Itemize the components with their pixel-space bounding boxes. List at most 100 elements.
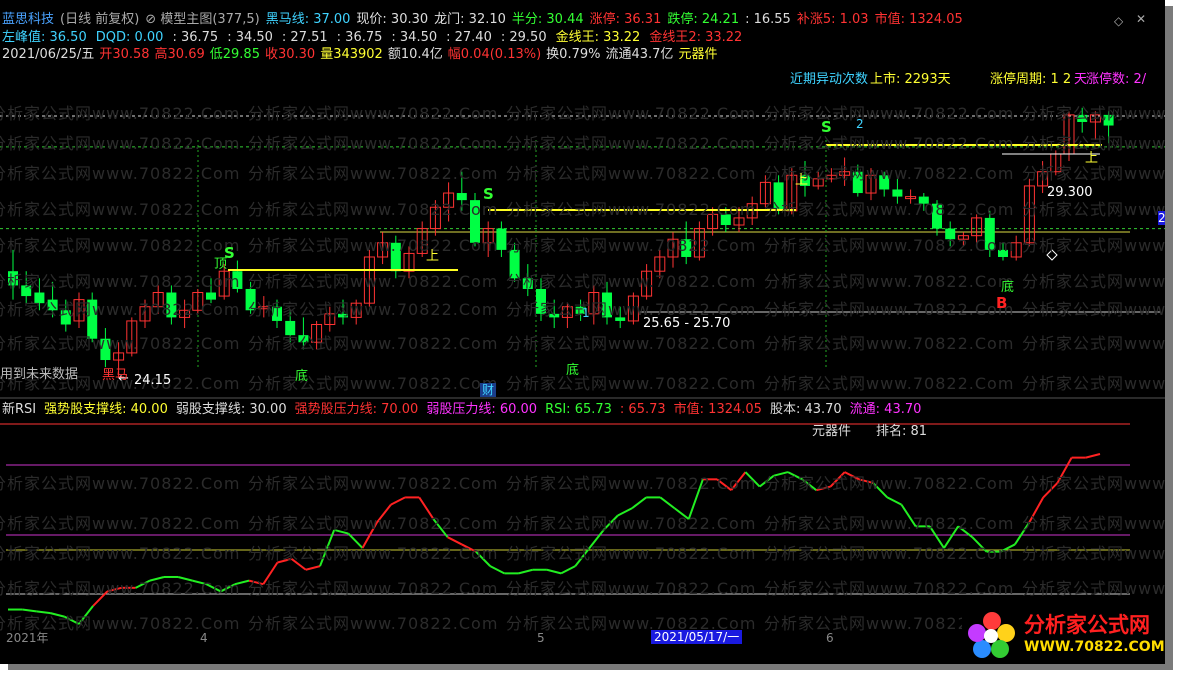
finance-badge[interactable]: 财 [480, 383, 497, 397]
header-field: 左峰值: 36.50 [2, 30, 87, 45]
watermark-text: 分析家公式网www.70822.Com [1022, 272, 1165, 291]
header-field: 低29.85 [209, 47, 260, 62]
limit-count-label: 涨停数: 2/ [1086, 72, 1147, 87]
header-field: 量343902 [320, 47, 383, 62]
rsi-segment [390, 496, 406, 506]
sector-label: 元器件 [812, 424, 852, 439]
rsi-segment [518, 568, 533, 575]
watermark-text: 分析家公式网www.70822.Com [0, 104, 241, 123]
watermark-text: 分析家公式网www.70822.Com [764, 334, 1015, 353]
header-field: 收30.30 [264, 47, 316, 62]
rsi-segment [1085, 453, 1101, 459]
watermark-text: 分析家公式网www.70822.Com [0, 544, 241, 563]
up-marker-3: 上 [1085, 151, 1099, 166]
header-field: 2021/06/25/五 [2, 47, 95, 62]
watermark-text: 分析家公式网www.70822.Com [764, 272, 1015, 291]
watermark-text: 分析家公式网www.70822.Com [0, 579, 241, 598]
buy-marker: B [996, 294, 1008, 312]
header-field: : 16.55 [745, 12, 791, 27]
watermark-text: 分析家公式网www.70822.Com [1022, 104, 1165, 123]
watermark-text: 分析家公式网www.70822.Com [248, 579, 499, 598]
watermark-text: 分析家公式网www.70822.Com [1022, 300, 1165, 319]
window-shadow-bottom [8, 664, 1173, 670]
watermark-text: 分析家公式网www.70822.Com [764, 300, 1015, 319]
recent-move-label: 近期异动次数 [790, 72, 869, 87]
watermark-text: 分析家公式网www.70822.Com [248, 544, 499, 563]
site-logo: 分析家公式网 WWW.70822.COM [962, 605, 1165, 663]
watermark-text: 分析家公式网www.70822.Com [1022, 474, 1165, 493]
watermark-text: 分析家公式网www.70822.Com [1022, 374, 1165, 393]
header-field: 市值: 1324.05 [673, 402, 762, 417]
future-data-note: 用到未来数据 [0, 367, 79, 382]
header-field: 换0.79% [546, 47, 601, 62]
watermark-text: 分析家公式网www.70822.Com [1022, 544, 1165, 563]
rsi-segment [560, 565, 576, 575]
watermark-text: 分析家公式网www.70822.Com [248, 104, 499, 123]
watermark-text: 分析家公式网www.70822.Com [506, 164, 757, 183]
header-field: 金线王2: 33.22 [649, 30, 743, 45]
header-line-2: 左峰值: 36.50 DQD: 0.00: 36.75: 34.50: 27.51… [2, 30, 751, 46]
watermark-text: 分析家公式网www.70822.Com [248, 272, 499, 291]
watermark-text: 分析家公式网www.70822.Com [1022, 514, 1165, 533]
watermark-text: 分析家公式网www.70822.Com [506, 474, 757, 493]
bottom-marker-1: 底 [295, 369, 309, 384]
header-field: : 27.40 [446, 30, 492, 45]
watermark-text: 分析家公式网www.70822.Com [1022, 236, 1165, 255]
watermark-text: 分析家公式网www.70822.Com [764, 514, 1015, 533]
header-field: : 65.73 [619, 402, 666, 417]
watermark-text: 分析家公式网www.70822.Com [0, 474, 241, 493]
header-field: 蓝思科技 [2, 12, 55, 27]
watermark-text: 分析家公式网www.70822.Com [506, 200, 757, 219]
watermark-text: 分析家公式网www.70822.Com [248, 514, 499, 533]
watermark-text: 分析家公式网www.70822.Com [0, 334, 241, 353]
watermark-text: 分析家公式网www.70822.Com [0, 300, 241, 319]
watermark-text: 分析家公式网www.70822.Com [248, 236, 499, 255]
header-field: 强势股压力线: 70.00 [294, 402, 419, 417]
watermark-text: 分析家公式网www.70822.Com [0, 514, 241, 533]
watermark-text: 分析家公式网www.70822.Com [0, 236, 241, 255]
watermark-text: 分析家公式网www.70822.Com [764, 200, 1015, 219]
watermark-text: 分析家公式网www.70822.Com [1022, 579, 1165, 598]
watermark-text: 分析家公式网www.70822.Com [506, 334, 757, 353]
header-field: 黑马线: 37.00 [265, 12, 351, 27]
rsi-segment [631, 496, 647, 510]
header-field: : 27.51 [281, 30, 328, 45]
watermark-text: 分析家公式网www.70822.Com [1022, 200, 1165, 219]
sell-marker-1: S [224, 244, 235, 262]
wave-number-2: 2 [856, 117, 864, 131]
watermark-text: 分析家公式网www.70822.Com [1022, 334, 1165, 353]
x-axis-april: 4 [200, 631, 208, 645]
watermark-text: 分析家公式网www.70822.Com [0, 164, 241, 183]
rsi-segment [546, 568, 562, 575]
header-field: 市值: 1324.05 [874, 12, 963, 27]
cursor-date-label: 2021/05/17/一 [651, 630, 743, 644]
header-field: 元器件 [678, 47, 718, 62]
header-line-3: 2021/06/25/五 开30.58 高30.69 低29.85 收30.30 量343… [2, 47, 722, 63]
header-field: : 36.75 [336, 30, 383, 45]
right-edge-marker: 2 [1158, 211, 1165, 225]
header-field: (日线 前复权) [60, 12, 140, 27]
watermark-text: 分析家公式网www.70822.Com [506, 272, 757, 291]
rank-label: 排名: 81 [876, 424, 928, 439]
watermark-text: 分析家公式网www.70822.Com [248, 374, 499, 393]
header-line-1: 蓝思科技 (日线 前复权) ⊘ 模型主图(377,5) 黑马线: 37.00 现价: 3… [2, 12, 969, 28]
watermark-text: 分析家公式网www.70822.Com [248, 164, 499, 183]
window-shadow-right [1165, 6, 1173, 670]
watermark-text: 分析家公式网www.70822.Com [506, 544, 757, 563]
header-field: 流通43.7亿 [605, 47, 674, 62]
watermark-text: 分析家公式网www.70822.Com [764, 474, 1015, 493]
close-icon[interactable]: ✕ [1136, 12, 1146, 26]
header-field: 幅0.04(0.13%) [447, 47, 542, 62]
watermark-text: 分析家公式网www.70822.Com [506, 579, 757, 598]
header-field: RSI: 65.73 [545, 402, 612, 417]
header-field: ⊘ 模型主图(377,5) [145, 12, 260, 27]
rsi-segment [305, 565, 321, 571]
header-field: 股本: 43.70 [769, 402, 842, 417]
range-label: 25.65 - 25.70 [643, 316, 731, 331]
watermark-text: 分析家公式网www.70822.Com [506, 236, 757, 255]
watermark-text: 分析家公式网www.70822.Com [248, 200, 499, 219]
minimize-diamond-icon[interactable]: ◇ [1114, 14, 1123, 28]
watermark-text: 分析家公式网www.70822.Com [248, 614, 499, 633]
watermark-text: 分析家公式网www.70822.Com [506, 374, 757, 393]
x-axis-may: 5 [537, 631, 545, 645]
